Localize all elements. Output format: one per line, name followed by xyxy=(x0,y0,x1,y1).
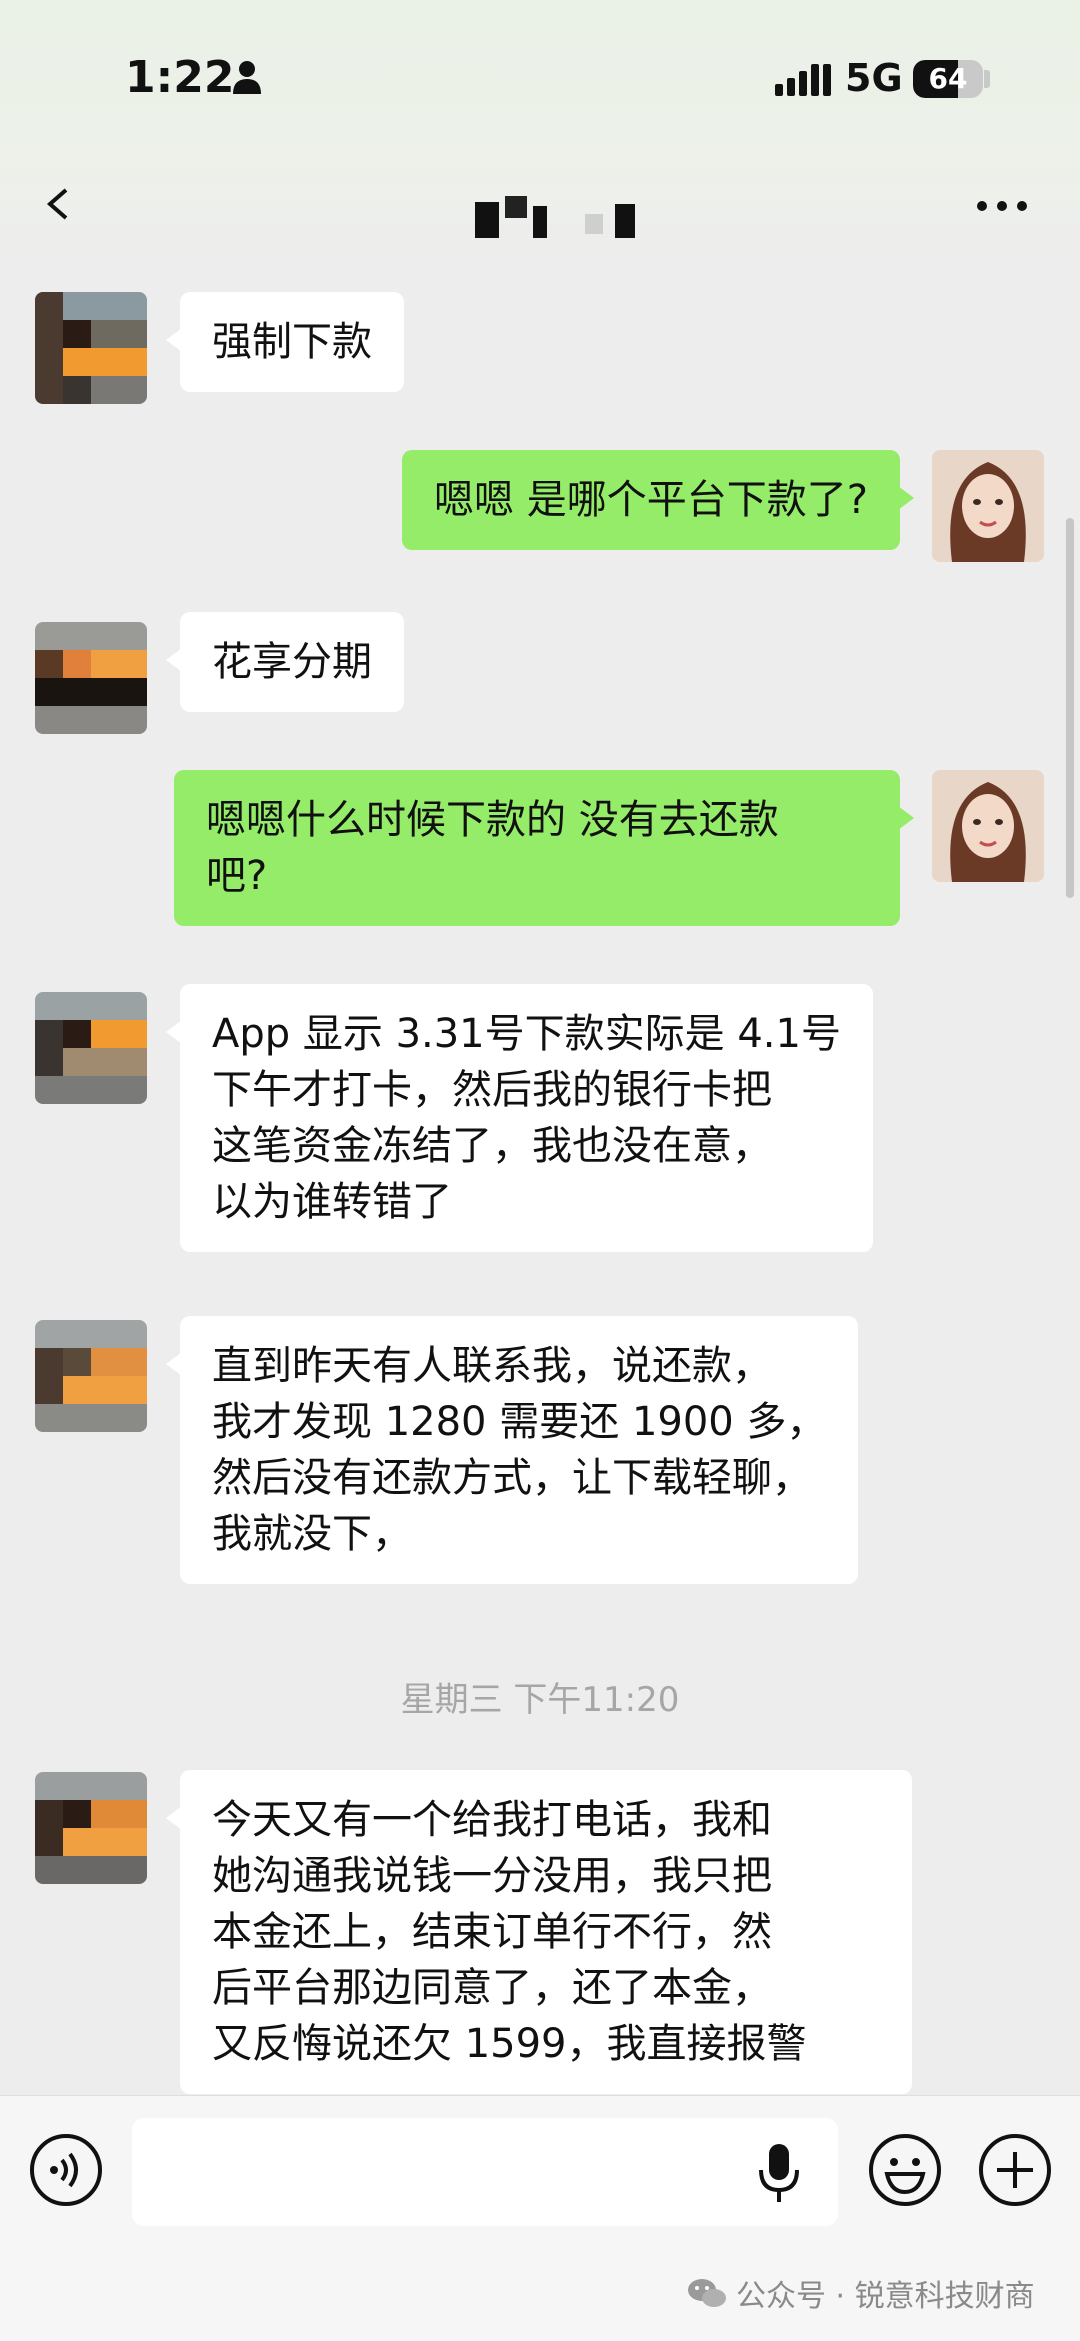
message-line: 以为谁转错了 xyxy=(212,1179,452,1225)
message-line: 吧? xyxy=(206,853,268,899)
message-bubble[interactable]: 嗯嗯什么时候下款的 没有去还款 吧? xyxy=(174,770,914,926)
message-line: 本金还上，结束订单行不行，然 xyxy=(212,1909,772,1955)
message-line: 我才发现 1280 需要还 1900 多， xyxy=(212,1399,827,1445)
message-bubble[interactable]: 嗯嗯 是哪个平台下款了? xyxy=(402,450,914,550)
contact-avatar[interactable] xyxy=(35,622,147,734)
status-time: 1:22 xyxy=(125,52,235,103)
voice-icon[interactable] xyxy=(28,2132,104,2208)
message-input[interactable] xyxy=(132,2118,838,2226)
message-line: 她沟通我说钱一分没用，我只把 xyxy=(212,1853,772,1899)
message-bubble[interactable]: 直到昨天有人联系我，说还款， 我才发现 1280 需要还 1900 多， 然后没… xyxy=(165,1316,859,1584)
signal-icon xyxy=(775,64,831,96)
message-line: 今天又有一个给我打电话，我和 xyxy=(212,1797,772,1843)
message-bubble[interactable]: 今天又有一个给我打电话，我和 她沟通我说钱一分没用，我只把 本金还上，结束订单行… xyxy=(166,1770,912,2094)
my-avatar[interactable] xyxy=(932,450,1044,562)
more-dots-icon[interactable] xyxy=(975,196,1029,216)
message-line: App 显示 3.31号下款实际是 4.1号 xyxy=(212,1011,841,1057)
contact-avatar[interactable] xyxy=(35,1772,147,1884)
contact-avatar[interactable] xyxy=(35,1320,147,1432)
chat-title-obscured xyxy=(475,196,635,238)
message-bubble[interactable]: 强制下款 xyxy=(166,292,404,392)
network-label: 5G xyxy=(845,56,903,100)
watermark-text: 公众号 · 锐意科技财商 xyxy=(736,2279,1035,2314)
message-bubble[interactable]: 花享分期 xyxy=(166,612,404,712)
back-arrow-icon[interactable] xyxy=(40,184,80,224)
emoji-icon[interactable] xyxy=(867,2132,943,2208)
message-line: 这笔资金冻结了，我也没在意， xyxy=(212,1123,772,1169)
microphone-icon[interactable] xyxy=(757,2142,801,2204)
message-line: 然后没有还款方式，让下载轻聊， xyxy=(212,1455,812,1501)
my-avatar[interactable] xyxy=(932,770,1044,882)
scrollbar[interactable] xyxy=(1066,518,1074,898)
person-icon xyxy=(233,61,261,94)
message-bubble[interactable]: App 显示 3.31号下款实际是 4.1号 下午才打卡，然后我的银行卡把 这笔… xyxy=(166,984,873,1252)
message-line: 下午才打卡，然后我的银行卡把 xyxy=(212,1067,772,1113)
battery-tip xyxy=(984,70,990,88)
plus-icon[interactable] xyxy=(977,2132,1053,2208)
message-line: 我就没下， xyxy=(212,1511,412,1557)
message-timestamp: 星期三 下午11:20 xyxy=(400,1680,680,1720)
wechat-icon xyxy=(688,2279,726,2307)
message-line: 后平台那边同意了，还了本金， xyxy=(212,1965,772,2011)
message-line: 直到昨天有人联系我，说还款， xyxy=(212,1343,772,1389)
contact-avatar[interactable] xyxy=(35,292,147,404)
battery-level: 64 xyxy=(928,62,968,95)
watermark: 公众号 · 锐意科技财商 xyxy=(686,2268,1035,2318)
message-line: 又反悔说还欠 1599，我直接报警 xyxy=(212,2021,807,2067)
message-line: 嗯嗯什么时候下款的 没有去还款 xyxy=(206,797,779,843)
battery-indicator: 64 xyxy=(913,60,983,98)
contact-avatar[interactable] xyxy=(35,992,147,1104)
